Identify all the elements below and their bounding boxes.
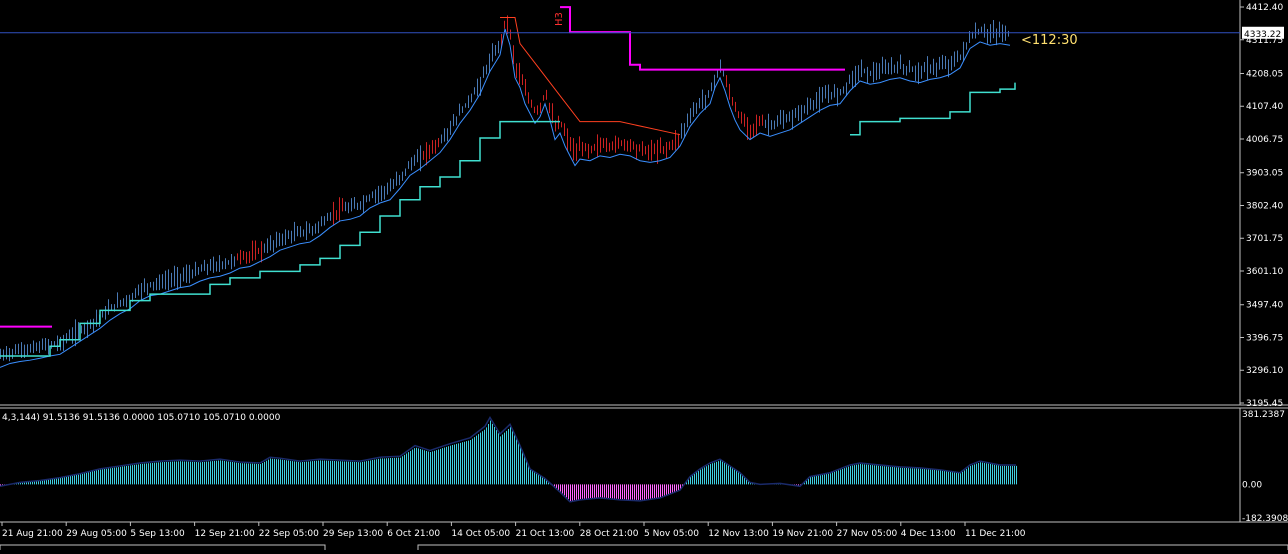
price-tick-label: 3903.05 (1246, 169, 1283, 179)
price-tick-label: 4208.05 (1246, 69, 1283, 79)
time-tick-label: 27 Nov 05:00 (837, 529, 898, 539)
time-tick-label: 19 Nov 21:00 (772, 529, 833, 539)
time-tick-label: 21 Oct 13:00 (516, 529, 575, 539)
trading-chart[interactable]: 4412.40 4311.75 4208.05 4107.40 4006.75 3903.… (0, 0, 1288, 552)
current-price-label: 4333.22 (1244, 30, 1281, 40)
price-tick-label: 4412.40 (1246, 3, 1283, 13)
time-tick-label: 12 Nov 13:00 (708, 529, 769, 539)
price-tick-label: 3497.40 (1246, 301, 1283, 311)
time-tick-label: 11 Dec 21:00 (965, 529, 1026, 539)
time-tick-label: 5 Sep 13:00 (130, 529, 185, 539)
pivot-marker-label: H3 (554, 12, 565, 26)
bar-timer: <112:30 (1021, 33, 1078, 48)
time-tick-label: 22 Sep 05:00 (259, 529, 319, 539)
time-tick-label: 29 Aug 05:00 (66, 529, 127, 539)
time-tick-label: 6 Oct 21:00 (387, 529, 440, 539)
price-tick-label: 3195.45 (1246, 399, 1283, 409)
time-tick-label: 29 Sep 13:00 (323, 529, 383, 539)
price-tick-label: 4006.75 (1246, 135, 1283, 145)
time-tick-label: 12 Sep 21:00 (195, 529, 255, 539)
chart-background (0, 0, 1288, 550)
tab-strip-right[interactable] (417, 544, 1288, 552)
time-tick-label: 14 Oct 05:00 (451, 529, 510, 539)
time-tick-label: 4 Dec 13:00 (901, 529, 956, 539)
indicator-tick-label: 0.00 (1242, 480, 1262, 490)
price-tick-label: 3802.40 (1246, 201, 1283, 211)
chart-canvas[interactable]: 4412.404311.754208.054107.404006.753903.… (0, 0, 1288, 552)
price-tick-label: 4107.40 (1246, 102, 1283, 112)
time-tick-label: 21 Aug 21:00 (2, 529, 63, 539)
indicator-label: 4,3,144) 91.5136 91.5136 0.0000 105.0710… (2, 413, 281, 423)
price-tick-label: 3601.10 (1246, 267, 1283, 277)
price-tick-label: 3396.75 (1246, 333, 1283, 343)
indicator-tick-label: 381.2387 (1242, 410, 1285, 420)
price-tick-label: 3701.75 (1246, 234, 1283, 244)
time-tick-label: 5 Nov 05:00 (644, 529, 699, 539)
time-tick-label: 28 Oct 21:00 (580, 529, 639, 539)
tab-strip-left[interactable] (0, 544, 326, 552)
price-tick-label: 3296.10 (1246, 366, 1283, 376)
indicator-tick-label: -182.3908 (1242, 514, 1288, 524)
